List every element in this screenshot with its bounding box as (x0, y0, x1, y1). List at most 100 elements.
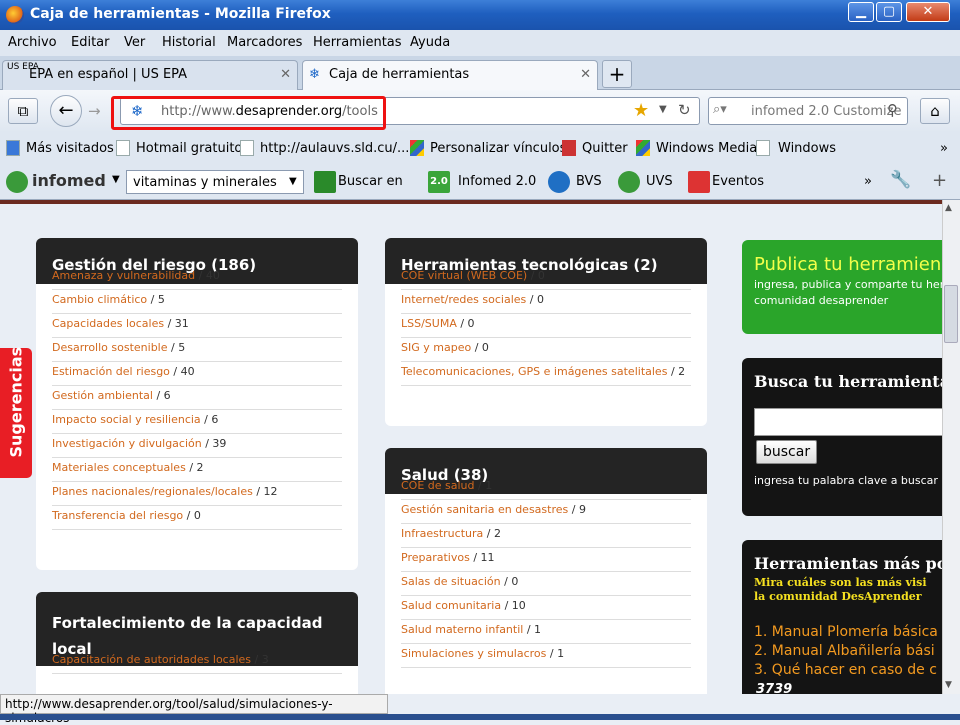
category-count: / 40 (198, 269, 220, 282)
tab-caja-close-icon[interactable]: ✕ (580, 67, 591, 82)
search-icon[interactable]: ⚲ (887, 101, 898, 119)
home-addon-icon[interactable]: ⧉ (8, 98, 38, 124)
category-link[interactable]: Cambio climático (52, 293, 147, 306)
tab-epa[interactable]: US EPA EPA en español | US EPA ✕ (2, 60, 298, 90)
category-link[interactable]: Salud comunitaria (401, 599, 501, 612)
menu-ver[interactable]: Ver (124, 35, 145, 50)
menu-herramientas[interactable]: Herramientas (313, 35, 402, 50)
category-count: / 40 (173, 365, 195, 378)
sugerencias-tab[interactable]: Sugerencias (0, 347, 32, 478)
mas-extra: 3739 (756, 682, 793, 694)
toolbar-more-icon[interactable]: » (864, 174, 872, 189)
category-link[interactable]: Impacto social y resiliencia (52, 413, 201, 426)
add-icon[interactable]: + (932, 170, 947, 191)
menu-ayuda[interactable]: Ayuda (410, 35, 450, 50)
wrench-icon[interactable]: 🔧 (890, 170, 911, 190)
scrollbar-thumb[interactable] (944, 285, 958, 343)
publica-panel[interactable]: Publica tu herramien ingresa, publica y … (742, 240, 942, 334)
bookmark-aulauvs[interactable]: http://aulauvs.sld.cu/... (260, 141, 409, 156)
reload-icon[interactable]: ↻ (678, 101, 691, 119)
category-link[interactable]: Amenaza y vulnerabilidad (52, 269, 195, 282)
bookmark-windows-media[interactable]: Windows Media (656, 141, 757, 156)
bookmark-personalizar[interactable]: Personalizar vínculos (430, 141, 566, 156)
page-icon (240, 140, 254, 156)
infomed-2-button[interactable]: Infomed 2.0 (458, 174, 536, 189)
category-link[interactable]: Salas de situación (401, 575, 501, 588)
list-item: SIG y mapeo / 0 (401, 338, 691, 362)
category-link[interactable]: Simulaciones y simulacros (401, 647, 546, 660)
list-item: Salas de situación / 0 (401, 572, 691, 596)
buscar-en-button[interactable]: Buscar en (338, 174, 403, 189)
vitaminas-select[interactable]: vitaminas y minerales ▼ (126, 170, 304, 194)
category-link[interactable]: Capacidades locales (52, 317, 164, 330)
bookmarks-more-icon[interactable]: » (940, 141, 948, 156)
search-input[interactable]: infomed 2.0 Customize (751, 104, 901, 119)
list-item: Simulaciones y simulacros / 1 (401, 644, 691, 668)
busca-input[interactable] (754, 408, 942, 436)
vertical-scrollbar[interactable] (942, 200, 960, 694)
category-link[interactable]: Desarrollo sostenible (52, 341, 168, 354)
list-item: Transferencia del riesgo / 0 (52, 506, 342, 530)
category-link[interactable]: Transferencia del riesgo (52, 509, 183, 522)
mas-item[interactable]: 1. Manual Plomería básica (754, 624, 938, 640)
mas-item[interactable]: 2. Manual Albañilería bási (754, 643, 935, 659)
category-count: / 0 (529, 293, 544, 306)
close-button[interactable]: ✕ (906, 2, 950, 22)
category-link[interactable]: Internet/redes sociales (401, 293, 526, 306)
tab-caja[interactable]: ❄ Caja de herramientas ✕ (302, 60, 598, 90)
category-link[interactable]: Telecomunicaciones, GPS e imágenes satel… (401, 365, 667, 378)
category-link[interactable]: Salud materno infantil (401, 623, 523, 636)
list-item: Cambio climático / 5 (52, 290, 342, 314)
category-count: / 1 (549, 647, 565, 660)
category-link[interactable]: Infraestructura (401, 527, 483, 540)
category-link[interactable]: Preparativos (401, 551, 470, 564)
search-engine-icon[interactable]: ⌕▾ (713, 102, 727, 117)
list-item: Telecomunicaciones, GPS e imágenes satel… (401, 362, 691, 386)
category-link[interactable]: SIG y mapeo (401, 341, 471, 354)
bookmark-hotmail[interactable]: Hotmail gratuito (136, 141, 242, 156)
menu-marcadores[interactable]: Marcadores (227, 35, 302, 50)
back-button[interactable]: ← (50, 95, 82, 127)
category-link[interactable]: Materiales conceptuales (52, 461, 186, 474)
menu-editar[interactable]: Editar (71, 35, 110, 50)
bookmark-quitter[interactable]: Quitter (582, 141, 628, 156)
category-link[interactable]: Estimación del riesgo (52, 365, 170, 378)
bookmark-windows[interactable]: Windows (778, 141, 836, 156)
buscar-button[interactable]: buscar (756, 440, 818, 464)
category-link[interactable]: LSS/SUMA (401, 317, 457, 330)
dropdown-arrow-icon[interactable]: ▼ (659, 104, 667, 115)
search-bar[interactable]: ⌕▾ infomed 2.0 Customize ⚲ (708, 97, 908, 125)
category-link[interactable]: COE de salud (401, 479, 475, 492)
scroll-up-icon[interactable]: ▲ (945, 203, 952, 213)
menu-historial[interactable]: Historial (162, 35, 216, 50)
mas-item[interactable]: 3. Qué hacer en caso de c (754, 662, 937, 678)
list-item: Gestión ambiental / 6 (52, 386, 342, 410)
uvs-button[interactable]: UVS (646, 174, 673, 189)
category-link[interactable]: Gestión sanitaria en desastres (401, 503, 568, 516)
category-link[interactable]: Planes nacionales/regionales/locales (52, 485, 253, 498)
category-link[interactable]: Capacitación de autoridades locales (52, 653, 251, 666)
bookmark-mas-visitados[interactable]: Más visitados (26, 141, 114, 156)
minimize-button[interactable]: ▁ (848, 2, 874, 22)
vitaminas-select-value: vitaminas y minerales (133, 175, 277, 190)
star-icon[interactable]: ★ (633, 100, 649, 121)
bvs-button[interactable]: BVS (576, 174, 602, 189)
list-item: Materiales conceptuales / 2 (52, 458, 342, 482)
list-item: COE virtual (WEB COE) / 0 (401, 266, 691, 290)
category-count: / 1 (526, 623, 542, 636)
menu-archivo[interactable]: Archivo (8, 35, 57, 50)
new-tab-button[interactable]: + (602, 60, 632, 88)
home-icon[interactable]: ⌂ (920, 98, 950, 124)
category-link[interactable]: Investigación y divulgación (52, 437, 202, 450)
category-count: / 0 (474, 341, 489, 354)
infomed-menu-arrow-icon[interactable]: ▼ (112, 174, 120, 185)
title-bar: Caja de herramientas - Mozilla Firefox ▁… (0, 0, 960, 30)
scroll-down-icon[interactable]: ▼ (945, 680, 952, 690)
eventos-button[interactable]: Eventos (712, 174, 764, 189)
maximize-button[interactable]: ▢ (876, 2, 902, 22)
category-link[interactable]: COE virtual (WEB COE) (401, 269, 527, 282)
category-link[interactable]: Gestión ambiental (52, 389, 153, 402)
forward-icon[interactable]: → (88, 102, 101, 120)
tab-epa-close-icon[interactable]: ✕ (280, 67, 291, 82)
publica-title: Publica tu herramien (754, 254, 942, 275)
